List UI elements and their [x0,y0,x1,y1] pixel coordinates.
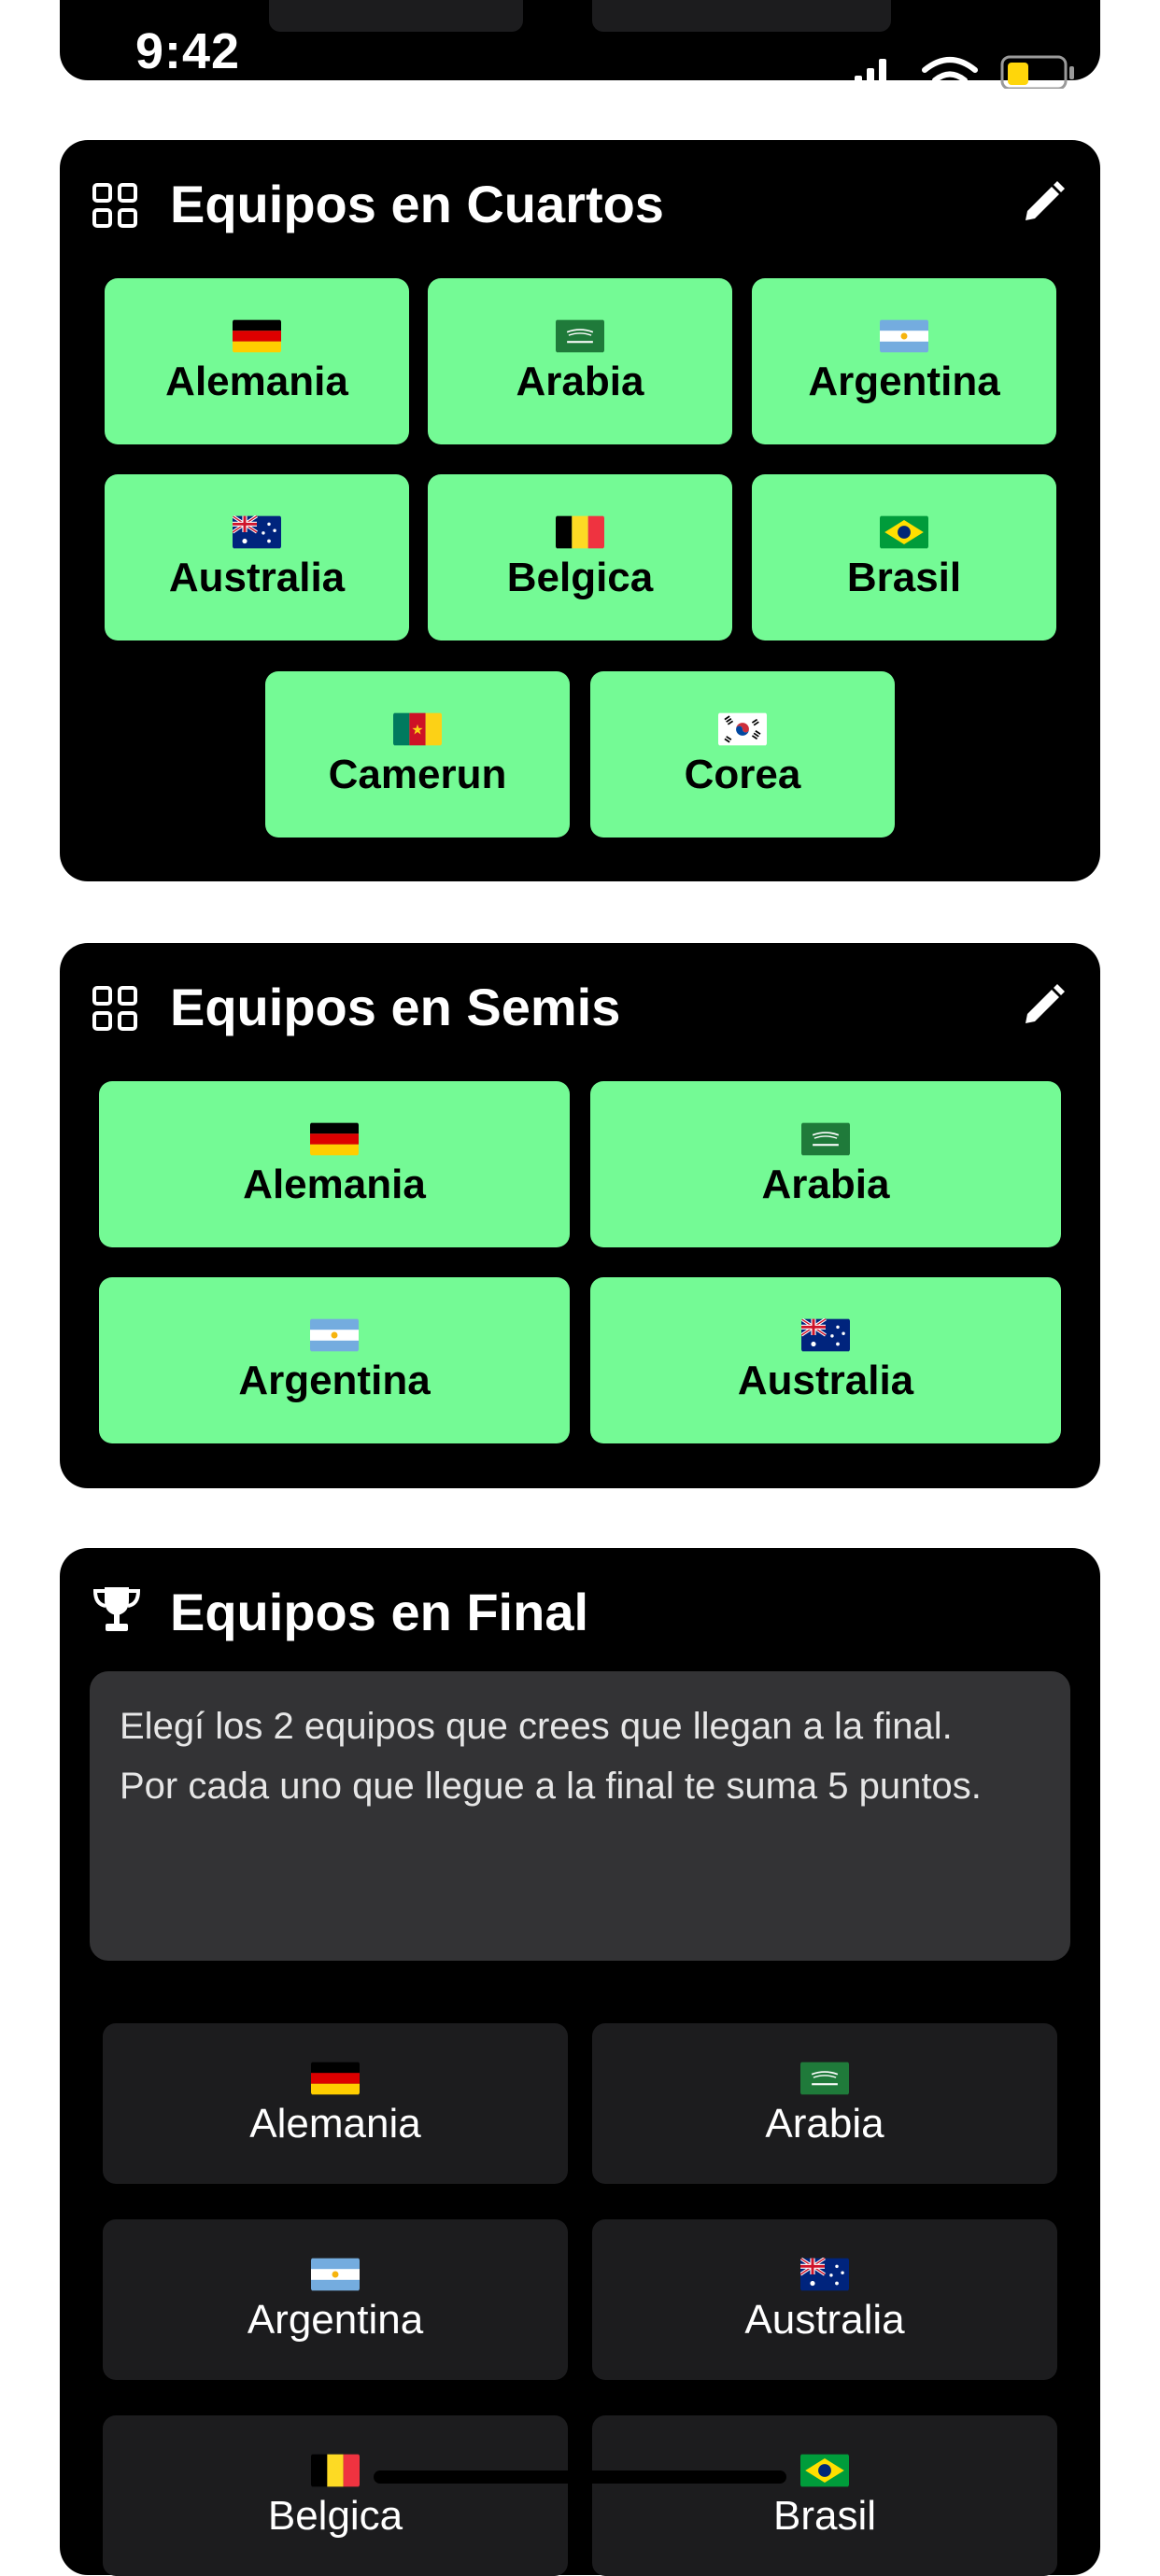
team-button-alemania[interactable]: Alemania [105,278,409,444]
final-title: Equipos en Final [170,1583,589,1641]
team-name: Alemania [249,2101,421,2147]
team-name: Belgica [506,555,654,600]
team-name: Arabia [516,359,644,404]
final-info-line: Por cada uno que llegue a la final te su… [120,1766,982,1807]
home-indicator[interactable] [374,2470,786,2484]
team-button-brasil[interactable]: Brasil [752,474,1056,640]
team-button-arabia[interactable]: Arabia [428,278,732,444]
final-info-line: Elegí los 2 equipos que crees que llegan… [120,1706,953,1747]
pencil-icon[interactable] [1018,982,1067,1031]
cameroon-flag-icon [393,712,442,746]
australia-flag-icon [801,1318,850,1352]
team-button-brasil[interactable]: Brasil [592,2415,1057,2576]
team-button-belgica[interactable]: Belgica [428,474,732,640]
team-button-argentina[interactable]: Argentina [103,2219,568,2380]
argentina-flag-icon [311,2258,360,2291]
argentina-flag-icon [880,319,928,353]
semis-card: Equipos en Semis Alemania Arabia Argenti… [60,943,1100,1488]
wifi-icon [922,57,978,83]
team-button-arabia[interactable]: Arabia [590,1081,1061,1247]
team-name: Arabia [765,2101,884,2147]
grid-icon [92,183,137,228]
team-button-belgica[interactable]: Belgica [103,2415,568,2576]
quarters-card: Equipos en Cuartos Alemania Arabia Argen… [60,140,1100,881]
final-card: Equipos en Final Elegí los 2 equipos que… [60,1548,1100,2576]
belgium-flag-icon [556,515,604,549]
pencil-icon[interactable] [1018,179,1067,228]
team-button-alemania[interactable]: Alemania [99,1081,570,1247]
previous-card-item[interactable] [592,0,891,32]
belgium-flag-icon [311,2454,360,2487]
status-time: 9:42 [135,23,241,79]
semis-title: Equipos en Semis [170,978,621,1036]
signal-icon [855,59,886,89]
team-name: Camerun [328,752,507,797]
brazil-flag-icon [880,515,928,549]
team-button-australia[interactable]: Australia [590,1277,1061,1443]
team-name: Argentina [247,2297,424,2343]
team-button-camerun[interactable]: Camerun [265,671,570,838]
team-name: Arabia [761,1161,890,1207]
status-icons [855,55,1074,89]
team-name: Brasil [846,555,962,600]
saudi-arabia-flag-icon [801,1122,850,1156]
saudi-arabia-flag-icon [800,2062,849,2095]
team-button-argentina[interactable]: Argentina [752,278,1056,444]
australia-flag-icon [800,2258,849,2291]
south-korea-flag-icon [718,712,767,746]
team-name: Alemania [243,1161,426,1207]
germany-flag-icon [311,2062,360,2095]
germany-flag-icon [233,319,281,353]
team-name: Alemania [165,359,348,404]
brazil-flag-icon [800,2454,849,2487]
team-name: Argentina [238,1358,431,1403]
team-name: Brasil [772,2493,877,2539]
team-button-corea[interactable]: Corea [590,671,895,838]
quarters-title: Equipos en Cuartos [170,175,664,233]
team-button-australia[interactable]: Australia [592,2219,1057,2380]
trophy-icon [92,1587,141,1631]
team-button-argentina[interactable]: Argentina [99,1277,570,1443]
saudi-arabia-flag-icon [556,319,604,353]
team-name: Australia [737,1358,914,1403]
previous-card-item[interactable] [269,0,523,32]
team-button-arabia[interactable]: Arabia [592,2023,1057,2184]
team-name: Corea [684,752,801,797]
team-name: Australia [744,2297,905,2343]
team-name: Australia [168,555,346,600]
battery-icon [1000,55,1074,89]
australia-flag-icon [233,515,281,549]
final-info-box: Elegí los 2 equipos que crees que llegan… [90,1671,1070,1961]
team-button-australia[interactable]: Australia [105,474,409,640]
team-name: Argentina [808,359,1000,404]
team-name: Belgica [267,2493,403,2539]
team-button-alemania[interactable]: Alemania [103,2023,568,2184]
grid-icon [92,986,137,1031]
argentina-flag-icon [310,1318,359,1352]
germany-flag-icon [310,1122,359,1156]
